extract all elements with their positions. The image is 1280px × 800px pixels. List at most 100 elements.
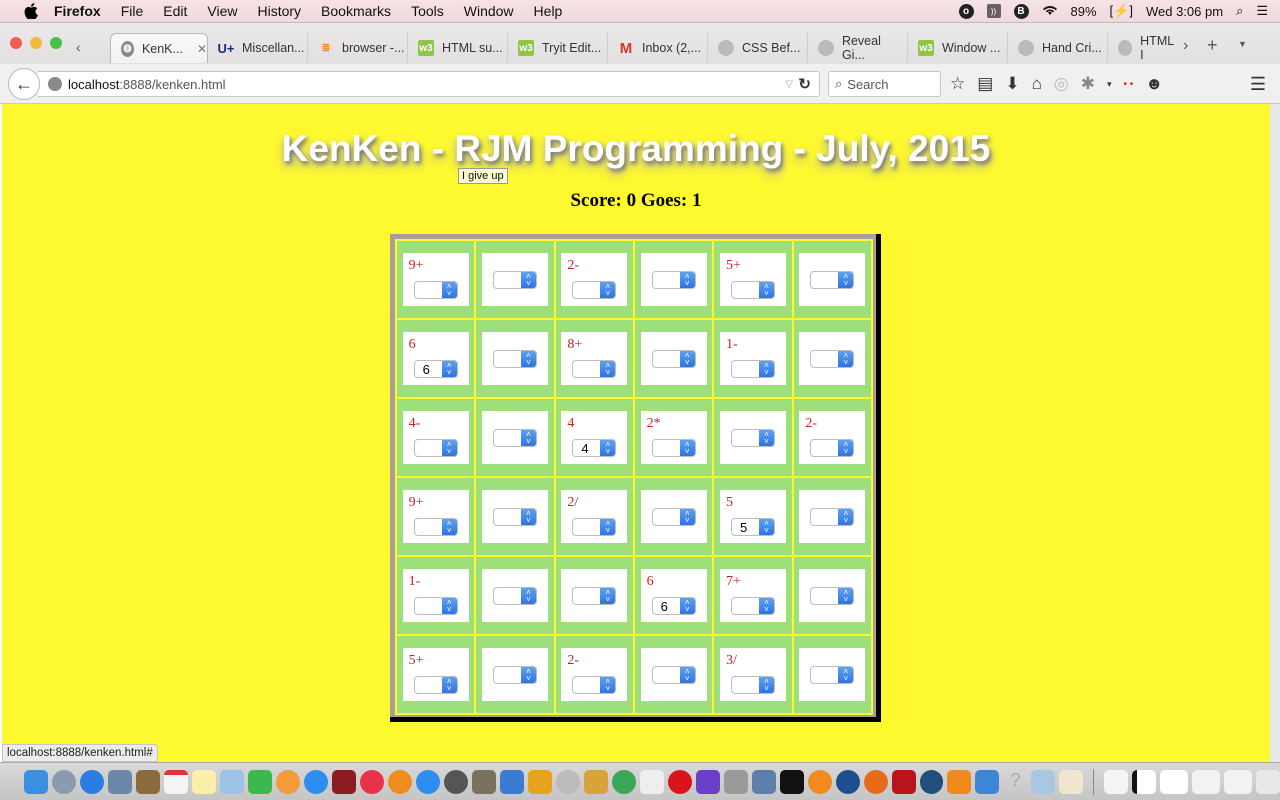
menu-help[interactable]: Help [534, 3, 563, 19]
spotlight-search-icon[interactable]: ⌕ [1236, 3, 1243, 19]
menu-history[interactable]: History [257, 3, 301, 19]
photos-icon[interactable] [275, 769, 300, 794]
site-identity-icon[interactable] [48, 77, 62, 91]
cell-value-select[interactable]: ˄ ˅ [413, 518, 458, 536]
contacts-icon[interactable] [135, 769, 160, 794]
avast-icon[interactable] [807, 769, 832, 794]
cell-value-select[interactable]: ˄ ˅ [651, 666, 696, 684]
menu-app-firefox[interactable]: Firefox [54, 3, 101, 19]
window-minimize-button[interactable] [30, 37, 42, 49]
cell-value-select[interactable]: ˄ ˅ [810, 439, 855, 457]
firefox-icon[interactable] [863, 769, 888, 794]
notification-center-icon[interactable]: ☰ [1256, 3, 1268, 19]
cell-value-select[interactable]: ˄ ˅ [810, 350, 855, 368]
filezilla-icon[interactable] [891, 769, 916, 794]
cell-value-select[interactable]: ˄ ˅ [572, 587, 617, 605]
menu-bookmarks[interactable]: Bookmarks [321, 3, 391, 19]
reading-list-icon[interactable]: ▤ [977, 74, 993, 94]
tab-kenken[interactable]: ◍ KenK... ✕ [110, 33, 208, 63]
hamburger-menu-icon[interactable]: ☰ [1250, 74, 1266, 95]
apple-icon[interactable] [22, 3, 40, 19]
tab-tryit-editor[interactable]: w3 Tryit Edit... [508, 33, 608, 63]
opera-icon[interactable] [667, 769, 692, 794]
menu-tools[interactable]: Tools [411, 3, 444, 19]
search-input[interactable]: ⌕ Search [828, 71, 941, 97]
tab-window[interactable]: w3 Window ... [908, 33, 1008, 63]
url-bar[interactable]: localhost:8888/kenken.html ▽ ↻ [38, 71, 820, 97]
wifi-icon[interactable] [1042, 4, 1058, 19]
launchpad-icon[interactable] [51, 769, 76, 794]
imovie-icon[interactable] [695, 769, 720, 794]
downloads-icon[interactable]: ⬇ [1005, 74, 1019, 94]
itunes-icon[interactable] [359, 769, 384, 794]
extension-dots-icon[interactable]: • • [1123, 79, 1133, 90]
textwrangler-icon[interactable] [1059, 769, 1084, 794]
clock[interactable]: Wed 3:06 pm [1146, 4, 1223, 19]
audio-app-icon[interactable]: )) [986, 4, 1001, 18]
cell-value-select[interactable]: ˄ ˅ [730, 597, 775, 615]
tab-inbox[interactable]: M Inbox (2,... [608, 33, 708, 63]
tab-reveal-gif[interactable]: Reveal Gi... [808, 33, 908, 63]
ibooks-icon[interactable] [387, 769, 412, 794]
chrome-icon[interactable] [611, 769, 636, 794]
back-button[interactable]: ← [8, 68, 40, 100]
bookmark-star-icon[interactable]: ☆ [950, 74, 965, 94]
system-preferences-icon[interactable] [443, 769, 468, 794]
script-editor-icon[interactable] [583, 769, 608, 794]
cell-value-select[interactable]: ˄ ˅ [413, 281, 458, 299]
tab-hand-cricket[interactable]: Hand Cri... [1008, 33, 1108, 63]
cell-value-select[interactable]: ˄ ˅ [572, 518, 617, 536]
cell-value-select[interactable]: ˄ ˅ [492, 350, 537, 368]
minimized-window-icon[interactable] [1192, 769, 1221, 794]
tab-css-before[interactable]: CSS Bef... [708, 33, 808, 63]
cell-value-select[interactable]: ˄ ˅ [651, 439, 696, 457]
notes-icon[interactable] [191, 769, 216, 794]
cell-value-select[interactable]: ˄ ˅ [572, 281, 617, 299]
cell-value-select[interactable]: ˄ ˅ [492, 429, 537, 447]
minimized-window-icon[interactable] [1132, 769, 1157, 794]
cell-value-select[interactable]: ˄ ˅ [730, 281, 775, 299]
tab-scroll-right-icon[interactable]: › [1183, 37, 1188, 55]
xcode-icon[interactable] [499, 769, 524, 794]
home-icon[interactable]: ⌂ [1032, 74, 1042, 94]
calendar-icon[interactable] [163, 769, 188, 794]
app-icon[interactable] [555, 769, 580, 794]
minimized-window-icon[interactable] [1160, 769, 1189, 794]
cell-value-select[interactable]: ˄ ˅ [413, 676, 458, 694]
cell-value-select[interactable]: ˄ ˅ [810, 271, 855, 289]
trash-icon[interactable] [1256, 769, 1280, 794]
tab-html[interactable]: HTML I [1108, 33, 1176, 63]
tab-close-icon[interactable]: ✕ [197, 42, 207, 56]
cell-value-select[interactable]: ˄ ˅ [413, 597, 458, 615]
cell-value-select[interactable]: ˄ ˅ [651, 350, 696, 368]
cell-value-select[interactable]: ˄ ˅ [730, 360, 775, 378]
maps-icon[interactable] [219, 769, 244, 794]
messages-icon[interactable] [303, 769, 328, 794]
image-capture-icon[interactable] [751, 769, 776, 794]
cell-value-select[interactable]: ˄ ˅ [730, 429, 775, 447]
cell-value-select[interactable]: 5 ˄ ˅ [730, 518, 775, 536]
cell-value-select[interactable]: 6 ˄ ˅ [651, 597, 696, 615]
battery-charging-icon[interactable]: [⚡] [1110, 3, 1133, 19]
cell-value-select[interactable]: ˄ ˅ [810, 666, 855, 684]
cell-value-select[interactable]: ˄ ˅ [492, 587, 537, 605]
photo-booth-icon[interactable] [331, 769, 356, 794]
bbedit-icon[interactable] [835, 769, 860, 794]
window-zoom-button[interactable] [50, 37, 62, 49]
hello-chat-icon[interactable]: ☻ [1145, 74, 1163, 94]
vlc-icon[interactable] [947, 769, 972, 794]
gimp-icon[interactable] [471, 769, 496, 794]
cell-value-select[interactable]: ˄ ˅ [810, 587, 855, 605]
cell-value-select[interactable]: 4 ˄ ˅ [572, 439, 617, 457]
cell-value-select[interactable]: ˄ ˅ [730, 676, 775, 694]
tab-miscellaneous[interactable]: U+ Miscellan... [208, 33, 308, 63]
cell-value-select[interactable]: ˄ ˅ [572, 676, 617, 694]
url-history-dropdown-icon[interactable]: ▽ [785, 79, 793, 90]
wireshark-icon[interactable] [527, 769, 552, 794]
preview-icon[interactable] [107, 769, 132, 794]
facetime-icon[interactable] [247, 769, 272, 794]
safari-icon[interactable] [79, 769, 104, 794]
virtualbox-icon[interactable] [1031, 769, 1056, 794]
tab-list-dropdown-icon[interactable]: ▼ [1238, 39, 1247, 49]
window-close-button[interactable] [10, 37, 22, 49]
